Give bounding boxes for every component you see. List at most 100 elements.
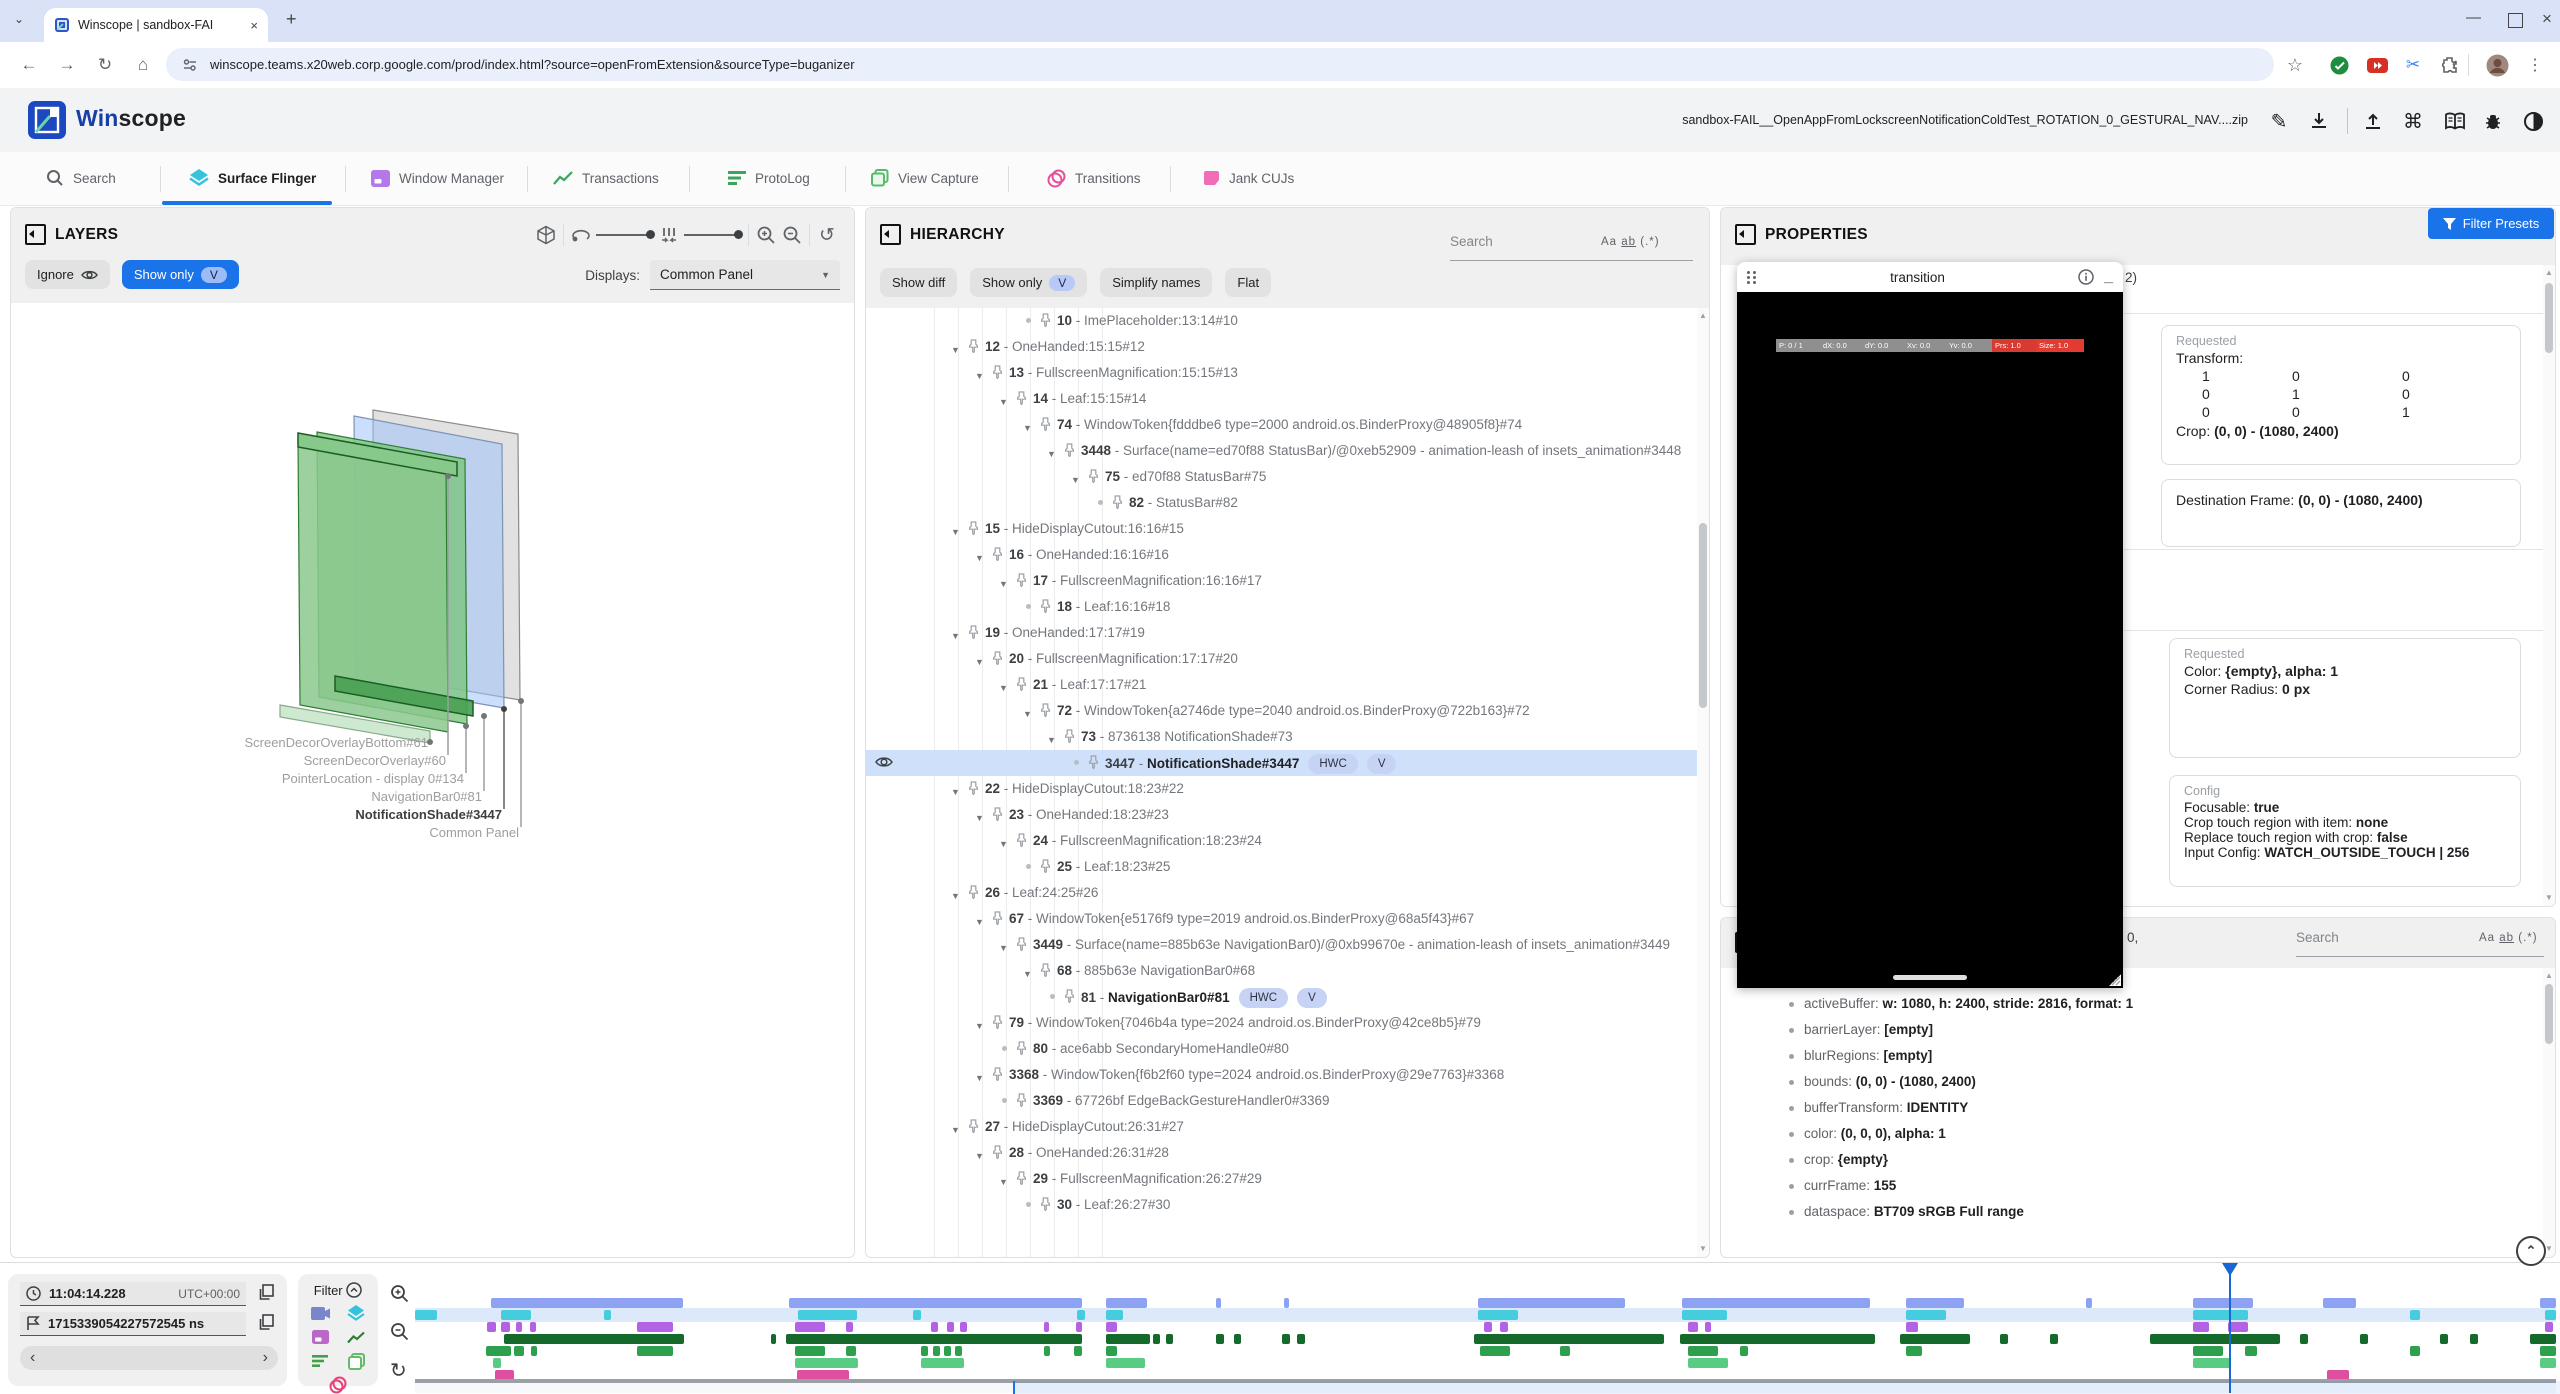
layer-label[interactable]: ScreenDecorOverlay#60 [304,753,446,768]
window-manager-block[interactable] [637,1322,673,1332]
playhead-line[interactable] [2229,1263,2231,1393]
window-manager-block[interactable] [501,1322,510,1332]
hierarchy-node-68[interactable]: ▼68 - 885b63e NavigationBar0#68 [866,958,1697,984]
view-capture-block[interactable] [921,1358,964,1368]
timeline-scrollbar[interactable]: ‹› [20,1346,278,1370]
show-only-chip[interactable]: Show onlyV [970,268,1087,297]
expander-icon[interactable]: ▼ [951,341,961,359]
pin-icon[interactable] [992,1067,1003,1081]
timeline-zoom-out-icon[interactable] [390,1322,409,1341]
pin-icon[interactable] [1040,1197,1051,1211]
transactions-block[interactable] [1166,1334,1173,1344]
transactions-block[interactable] [504,1334,684,1344]
chevron-up-circle-icon[interactable] [346,1282,362,1298]
forward-icon[interactable]: → [50,42,84,88]
window-manager-block[interactable] [2228,1322,2248,1332]
hierarchy-node-81[interactable]: 81 - NavigationBar0#81HWCV [866,984,1697,1010]
expander-icon[interactable]: ▼ [1071,471,1081,489]
preview-header[interactable]: transition _ [1737,262,2123,292]
curr-properties-scrollbar[interactable]: ▲ ▼ [2543,968,2555,1257]
hierarchy-node-3447[interactable]: 3447 - NotificationShade#3447HWCV [866,750,1697,776]
pin-icon[interactable] [1064,989,1075,1003]
protolog-block[interactable] [921,1346,928,1356]
spacing-slider[interactable] [684,234,742,236]
transactions-block[interactable] [1900,1334,1970,1344]
pin-icon[interactable] [968,885,979,899]
transactions-block[interactable] [2050,1334,2058,1344]
hierarchy-node-82[interactable]: 82 - StatusBar#82 [866,490,1697,516]
tab-surface-flinger[interactable]: Surface Flinger [189,152,316,204]
pin-icon[interactable] [992,911,1003,925]
hierarchy-node-29[interactable]: ▼29 - FullscreenMagnification:26:27#29 [866,1166,1697,1192]
property-row-crop[interactable]: crop: {empty} [1721,1147,2543,1173]
transactions-block[interactable] [771,1334,776,1344]
expander-icon[interactable]: ▼ [975,1017,985,1035]
transactions-block[interactable] [786,1334,1082,1344]
search-options[interactable]: Aa ab (.*) [2479,932,2538,944]
transactions-filter-icon[interactable] [345,1328,367,1346]
overview-selection[interactable] [1013,1381,2560,1394]
view-capture-block[interactable] [1106,1358,1145,1368]
view-capture-block[interactable] [2540,1358,2556,1368]
collapse-panel-icon[interactable] [1735,224,1756,245]
transitions-filter-icon[interactable] [327,1376,349,1394]
tab-search-icon[interactable]: ⌄ [14,12,24,26]
protolog-block[interactable] [944,1346,951,1356]
window-manager-block[interactable] [846,1322,853,1332]
window-manager-block[interactable] [2545,1322,2553,1332]
surface-flinger-block[interactable] [1906,1310,1946,1320]
layer-label[interactable]: NotificationShade#3447 [355,807,502,822]
transactions-block[interactable] [1282,1334,1290,1344]
expander-icon[interactable]: ▼ [1047,731,1057,749]
window-manager-block[interactable] [487,1322,496,1332]
pin-icon[interactable] [992,547,1003,561]
visibility-icon[interactable] [875,755,893,769]
copy-icon[interactable] [259,1284,275,1300]
browser-tab[interactable]: Winscope | sandbox-FAI × [44,8,268,42]
hierarchy-node-12[interactable]: ▼12 - OneHanded:15:15#12 [866,334,1697,360]
protolog-block[interactable] [637,1346,673,1356]
hierarchy-node-10[interactable]: 10 - ImePlaceholder:13:14#10 [866,308,1697,334]
protolog-block[interactable] [933,1346,940,1356]
screen-recording-block[interactable] [1682,1298,1870,1308]
transactions-block[interactable] [2440,1334,2448,1344]
screen-recording-block[interactable] [789,1298,1082,1308]
hierarchy-node-17[interactable]: ▼17 - FullscreenMagnification:16:16#17 [866,568,1697,594]
shortcuts-icon[interactable]: ⌘ [2398,106,2428,136]
expander-icon[interactable]: ▼ [951,887,961,905]
hierarchy-node-18[interactable]: 18 - Leaf:16:16#18 [866,594,1697,620]
pin-icon[interactable] [992,1145,1003,1159]
layer-label[interactable]: NavigationBar0#81 [371,789,482,804]
pin-icon[interactable] [992,1015,1003,1029]
screen-preview-overlay[interactable]: transition _ P: 0 / 1dX: 0.0dY: 0.0Xv: 0… [1737,262,2123,988]
hierarchy-node-72[interactable]: ▼72 - WindowToken{a2746de type=2040 andr… [866,698,1697,724]
ns-field[interactable]: 1715339054227572545 ns [20,1312,246,1336]
home-icon[interactable]: ⌂ [126,42,160,88]
surface-flinger-block[interactable] [2545,1310,2556,1320]
protolog-block[interactable] [1044,1346,1050,1356]
transactions-block[interactable] [2470,1334,2478,1344]
collapse-timeline-button[interactable]: ⌃ [2516,1236,2546,1266]
documentation-icon[interactable] [2440,106,2470,136]
screen-recording-block[interactable] [2086,1298,2092,1308]
protolog-filter-icon[interactable] [309,1352,331,1370]
protolog-block[interactable] [531,1346,537,1356]
surface-flinger-block[interactable] [415,1310,437,1320]
hierarchy-node-23[interactable]: ▼23 - OneHanded:18:23#23 [866,802,1697,828]
expander-icon[interactable]: ▼ [999,679,1009,697]
hierarchy-node-67[interactable]: ▼67 - WindowToken{e5176f9 type=2019 andr… [866,906,1697,932]
hierarchy-node-24[interactable]: ▼24 - FullscreenMagnification:18:23#24 [866,828,1697,854]
protolog-block[interactable] [486,1346,511,1356]
timeline-tracks[interactable] [415,1263,2556,1393]
drag-handle-icon[interactable] [1747,271,1757,284]
timeline-zoom-in-icon[interactable] [390,1284,409,1303]
protolog-block[interactable] [2540,1346,2556,1356]
screen-recording-filter-icon[interactable] [309,1304,331,1322]
property-row-currFrame[interactable]: currFrame: 155 [1721,1173,2543,1199]
window-manager-block[interactable] [795,1322,825,1332]
zoom-out-icon[interactable] [779,222,805,248]
expander-icon[interactable]: ▼ [975,653,985,671]
view-capture-block[interactable] [493,1358,501,1368]
hierarchy-node-30[interactable]: 30 - Leaf:26:27#30 [866,1192,1697,1218]
scroll-right-icon[interactable]: › [263,1349,268,1367]
